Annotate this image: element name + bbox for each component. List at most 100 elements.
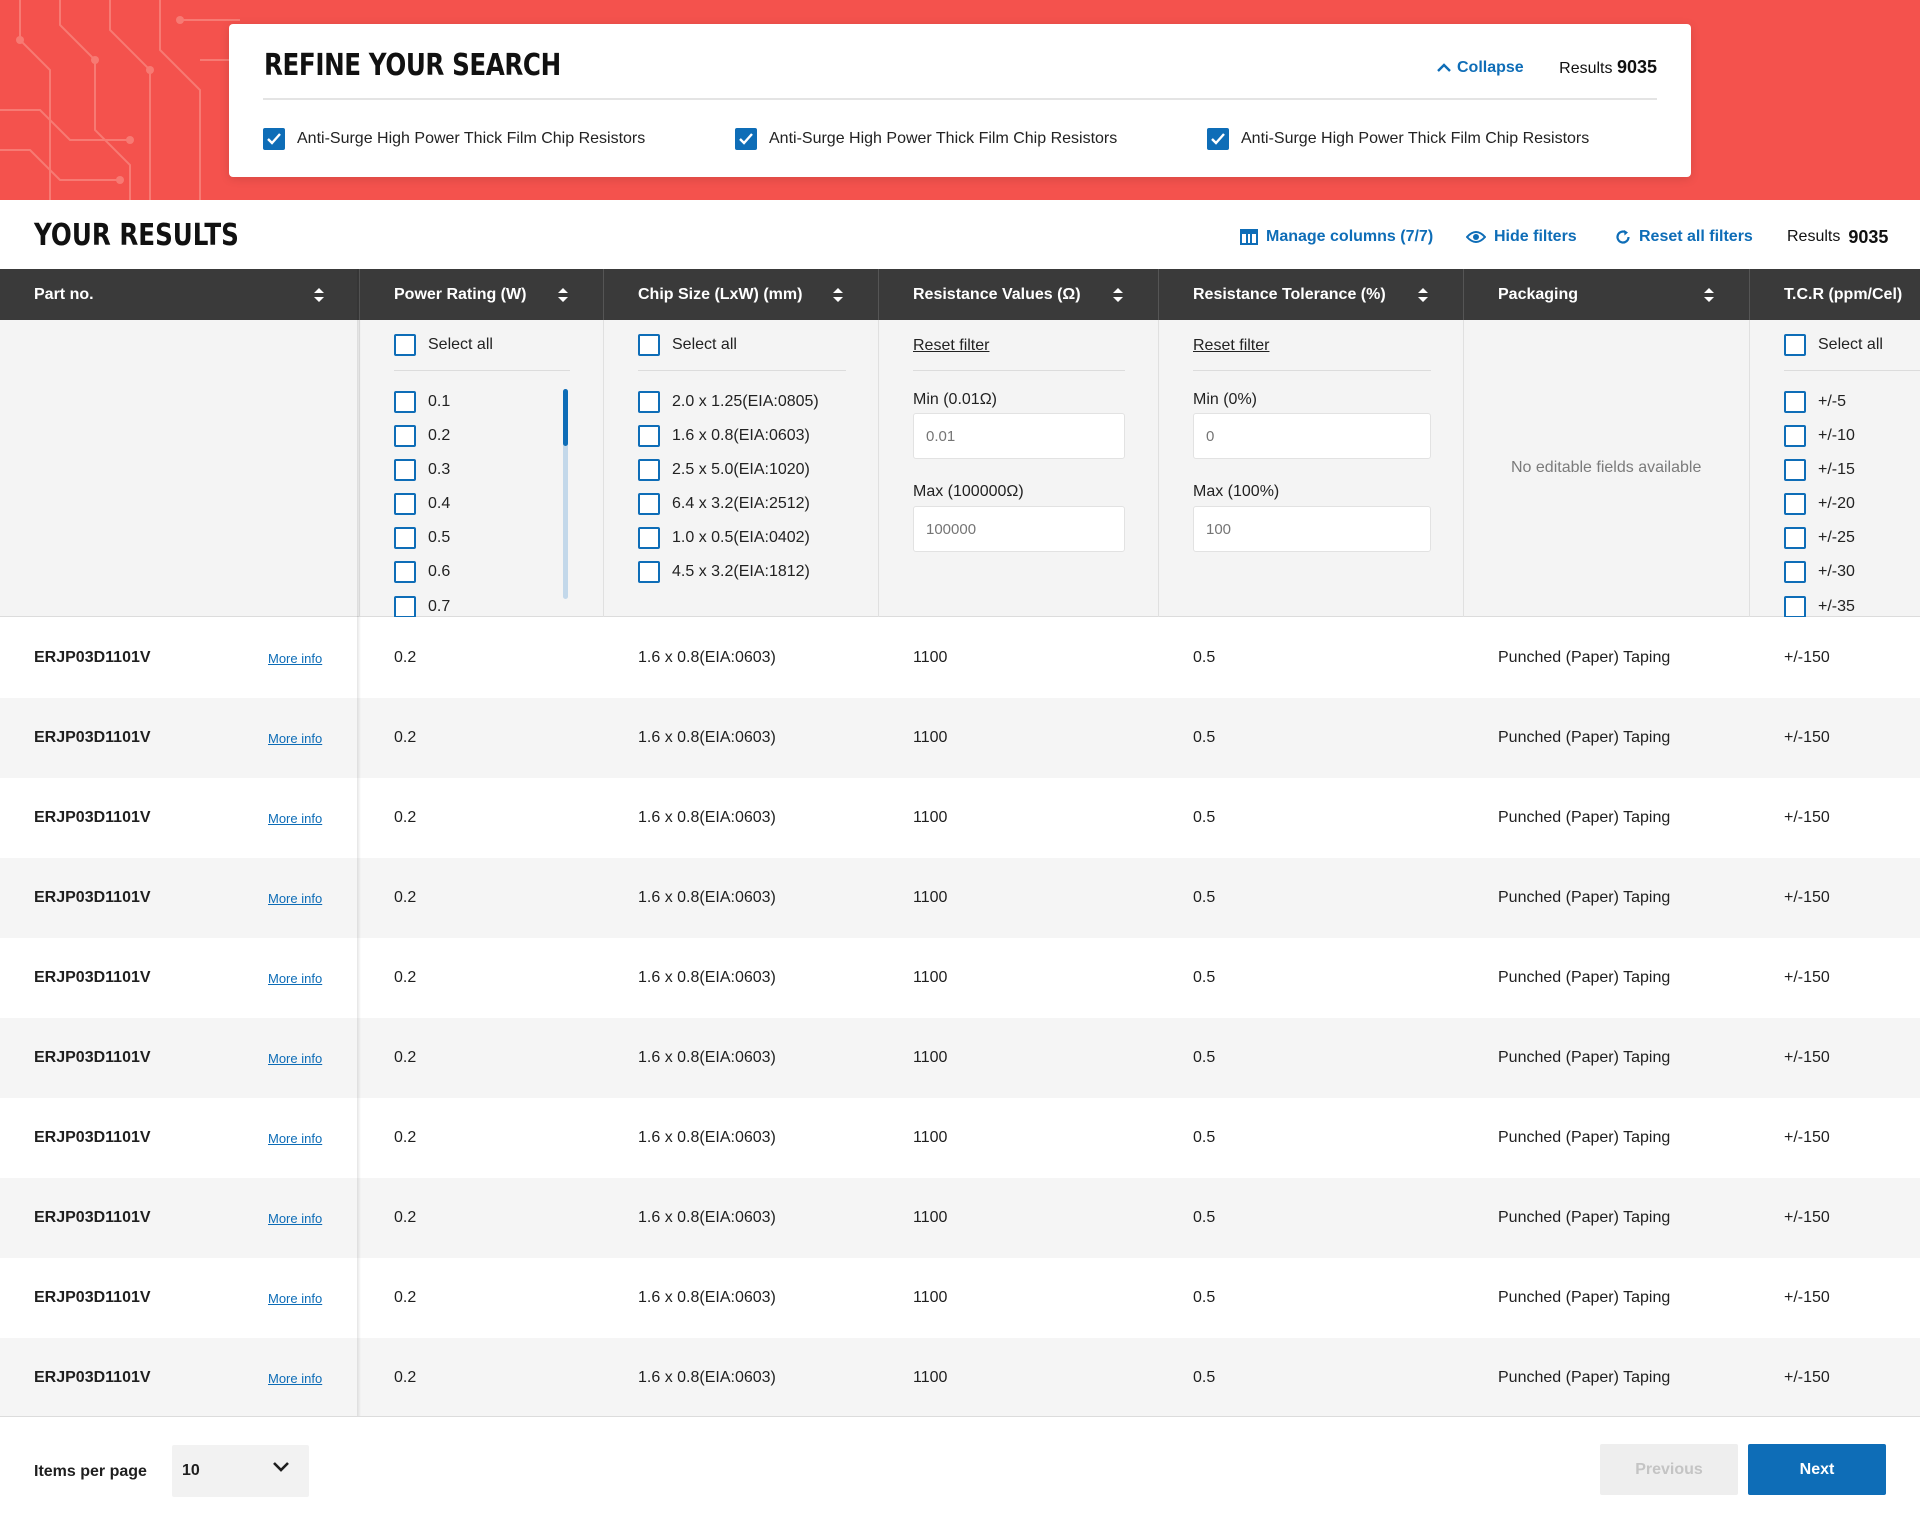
more-info-link[interactable]: More info <box>268 1131 322 1146</box>
more-info-link[interactable]: More info <box>268 891 322 906</box>
power-rating-cell: 0.2 <box>394 1369 417 1386</box>
power-rating-cell: 0.2 <box>394 1289 417 1306</box>
table-header: Part no. Power Rating (W) Chip Size (LxW… <box>0 269 1920 320</box>
filter-option[interactable]: 2.0 x 1.25(EIA:0805) <box>638 391 819 413</box>
column-header-resistance-tolerance[interactable]: Resistance Tolerance (%) <box>1159 269 1464 320</box>
filter-tcr: Select all +/-5 +/-10 +/-15 +/-20 +/-25 … <box>1750 320 1920 617</box>
packaging-cell: Punched (Paper) Taping <box>1498 889 1671 906</box>
tolerance-max-input[interactable] <box>1193 506 1431 552</box>
reset-all-filters-button[interactable]: Reset all filters <box>1615 224 1753 250</box>
checkmark-icon <box>267 133 281 145</box>
filter-option[interactable]: 4.5 x 3.2(EIA:1812) <box>638 561 810 583</box>
select-all-checkbox[interactable]: Select all <box>638 334 737 356</box>
resistance-min-input[interactable] <box>913 413 1125 459</box>
select-all-checkbox[interactable]: Select all <box>394 334 493 356</box>
more-info-link[interactable]: More info <box>268 811 322 826</box>
filter-option[interactable]: 1.6 x 0.8(EIA:0603) <box>638 425 810 447</box>
items-per-page-select[interactable]: 10 <box>172 1445 309 1497</box>
filter-option[interactable]: 0.7 <box>394 596 450 617</box>
packaging-cell: Punched (Paper) Taping <box>1498 1209 1671 1226</box>
sort-icon[interactable] <box>1417 287 1429 303</box>
chip-size-cell: 1.6 x 0.8(EIA:0603) <box>638 889 776 906</box>
selected-filter-chip[interactable]: Anti-Surge High Power Thick Film Chip Re… <box>735 128 1207 150</box>
filter-option[interactable]: 0.4 <box>394 493 450 515</box>
part-number: ERJP03D1101V <box>34 649 151 666</box>
more-info-link[interactable]: More info <box>268 1291 322 1306</box>
hide-filters-button[interactable]: Hide filters <box>1466 224 1577 250</box>
selected-filter-chip[interactable]: Anti-Surge High Power Thick Film Chip Re… <box>263 128 735 150</box>
sort-icon[interactable] <box>1703 287 1715 303</box>
sort-icon[interactable] <box>557 287 569 303</box>
filter-option[interactable]: 0.2 <box>394 425 450 447</box>
reset-filter-link[interactable]: Reset filter <box>1193 337 1269 355</box>
more-info-link[interactable]: More info <box>268 731 322 746</box>
resistance-cell: 1100 <box>913 1369 948 1386</box>
checkbox-checked[interactable] <box>735 128 757 150</box>
filter-option[interactable]: 0.5 <box>394 527 450 549</box>
resistance-max-input[interactable] <box>913 506 1125 552</box>
filter-option[interactable]: 2.5 x 5.0(EIA:1020) <box>638 459 810 481</box>
filter-option[interactable]: +/-10 <box>1784 425 1855 447</box>
checkbox-checked[interactable] <box>263 128 285 150</box>
resistance-cell: 1100 <box>913 729 948 746</box>
tolerance-min-input[interactable] <box>1193 413 1431 459</box>
sort-icon[interactable] <box>313 287 325 303</box>
tcr-cell: +/-150 <box>1784 1209 1830 1226</box>
selected-filters: Anti-Surge High Power Thick Film Chip Re… <box>263 128 1679 150</box>
more-info-link[interactable]: More info <box>268 971 322 986</box>
next-button[interactable]: Next <box>1748 1444 1886 1495</box>
column-header-packaging[interactable]: Packaging <box>1464 269 1750 320</box>
more-info-link[interactable]: More info <box>268 651 322 666</box>
filter-option[interactable]: +/-15 <box>1784 459 1855 481</box>
part-number: ERJP03D1101V <box>34 1129 151 1146</box>
filter-option[interactable]: +/-35 <box>1784 596 1855 617</box>
power-rating-cell: 0.2 <box>394 889 417 906</box>
tcr-cell: +/-150 <box>1784 729 1830 746</box>
collapse-label: Collapse <box>1457 59 1524 76</box>
part-number: ERJP03D1101V <box>34 969 151 986</box>
scrollbar-thumb[interactable] <box>563 389 568 446</box>
selected-filter-chip[interactable]: Anti-Surge High Power Thick Film Chip Re… <box>1207 128 1679 150</box>
eye-icon <box>1466 231 1486 243</box>
chip-label: Anti-Surge High Power Thick Film Chip Re… <box>769 130 1118 147</box>
column-header-power-rating[interactable]: Power Rating (W) <box>360 269 604 320</box>
resistance-cell: 1100 <box>913 969 948 986</box>
tcr-cell: +/-150 <box>1784 1129 1830 1146</box>
packaging-cell: Punched (Paper) Taping <box>1498 729 1671 746</box>
chevron-down-icon <box>273 1462 289 1472</box>
part-number: ERJP03D1101V <box>34 1049 151 1066</box>
filter-option[interactable]: +/-25 <box>1784 527 1855 549</box>
select-all-checkbox[interactable]: Select all <box>1784 334 1883 356</box>
manage-columns-button[interactable]: Manage columns (7/7) <box>1240 224 1433 250</box>
resistance-cell: 1100 <box>913 1289 948 1306</box>
sort-icon[interactable] <box>832 287 844 303</box>
column-header-resistance-values[interactable]: Resistance Values (Ω) <box>879 269 1159 320</box>
chip-size-cell: 1.6 x 0.8(EIA:0603) <box>638 969 776 986</box>
column-header-chip-size[interactable]: Chip Size (LxW) (mm) <box>604 269 879 320</box>
filter-option[interactable]: 0.1 <box>394 391 450 413</box>
tolerance-cell: 0.5 <box>1193 1049 1216 1066</box>
collapse-button[interactable]: Collapse <box>1437 56 1524 80</box>
filter-option[interactable]: 0.6 <box>394 561 450 583</box>
more-info-link[interactable]: More info <box>268 1051 322 1066</box>
previous-button[interactable]: Previous <box>1600 1444 1738 1495</box>
filter-option[interactable]: +/-20 <box>1784 493 1855 515</box>
filter-option[interactable]: 6.4 x 3.2(EIA:2512) <box>638 493 810 515</box>
column-header-part-no[interactable]: Part no. <box>0 269 360 320</box>
packaging-cell: Punched (Paper) Taping <box>1498 969 1671 986</box>
table-row: ERJP03D1101V More info 0.2 1.6 x 0.8(EIA… <box>0 1338 1920 1418</box>
chip-size-cell: 1.6 x 0.8(EIA:0603) <box>638 1049 776 1066</box>
filter-option[interactable]: 1.0 x 0.5(EIA:0402) <box>638 527 810 549</box>
filter-option[interactable]: +/-5 <box>1784 391 1846 413</box>
checkbox-checked[interactable] <box>1207 128 1229 150</box>
circuit-pattern <box>0 0 240 200</box>
sort-icon[interactable] <box>1112 287 1124 303</box>
filter-option[interactable]: 0.3 <box>394 459 450 481</box>
column-header-tcr[interactable]: T.C.R (ppm/Cel) <box>1750 269 1920 320</box>
more-info-link[interactable]: More info <box>268 1371 322 1386</box>
tolerance-cell: 0.5 <box>1193 729 1216 746</box>
part-number: ERJP03D1101V <box>34 1209 151 1226</box>
reset-filter-link[interactable]: Reset filter <box>913 337 989 355</box>
more-info-link[interactable]: More info <box>268 1211 322 1226</box>
filter-option[interactable]: +/-30 <box>1784 561 1855 583</box>
